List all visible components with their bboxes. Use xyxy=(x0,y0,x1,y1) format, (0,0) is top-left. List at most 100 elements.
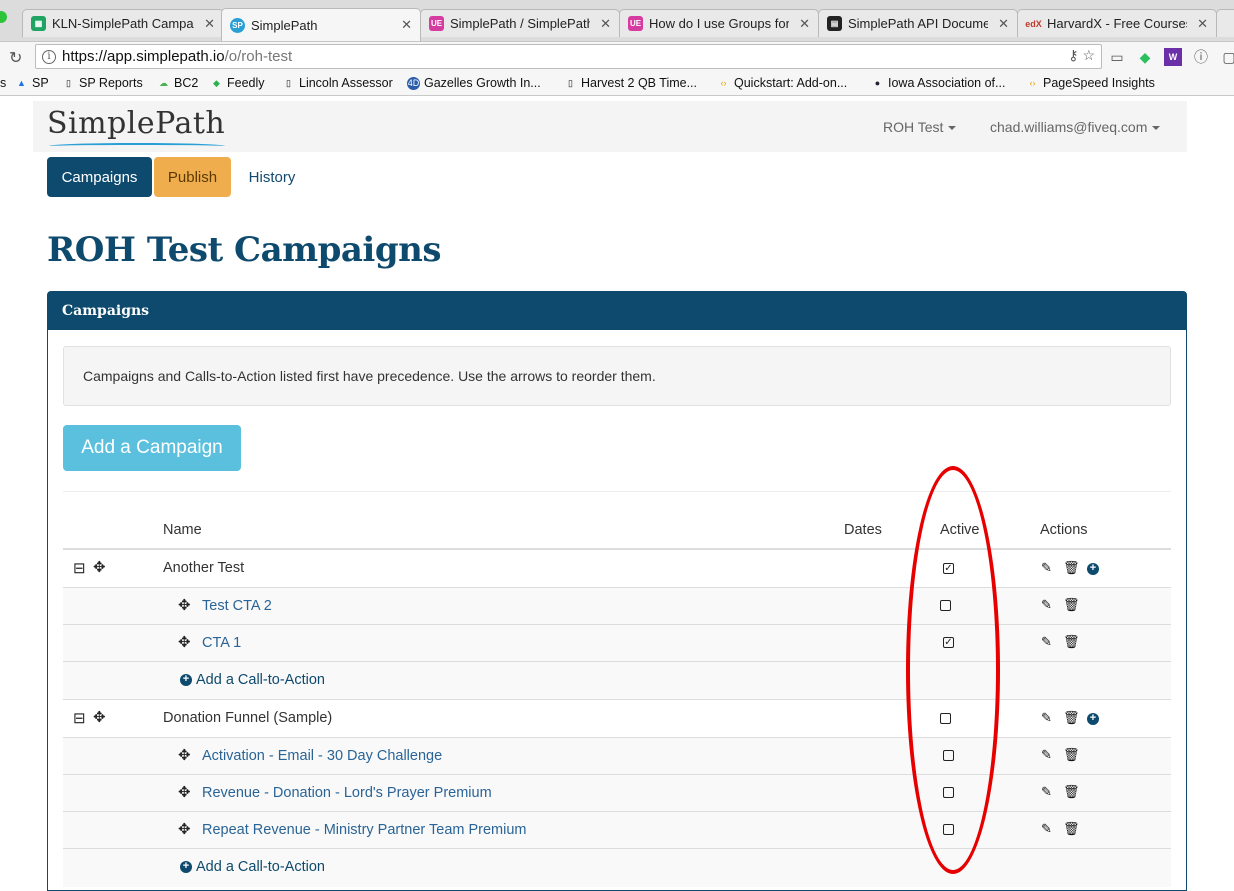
close-icon[interactable]: ✕ xyxy=(1197,16,1208,32)
add-cta-icon[interactable]: + xyxy=(1087,713,1099,725)
drive-icon: ▲ xyxy=(17,78,26,88)
nav-publish[interactable]: Publish xyxy=(154,157,231,197)
active-checkbox[interactable]: ✓ xyxy=(943,637,954,648)
move-icon[interactable]: ✥ xyxy=(178,820,191,838)
active-checkbox[interactable] xyxy=(940,600,951,611)
bookmark-item[interactable]: ▲ SP xyxy=(15,76,49,90)
edit-icon[interactable]: ✎ xyxy=(1041,747,1052,763)
sheets-icon: ▦ xyxy=(31,16,46,31)
close-icon[interactable]: ✕ xyxy=(204,16,215,32)
bookmark-item[interactable]: ▯ Harvest 2 QB Time... xyxy=(564,76,697,90)
move-icon[interactable]: ✥ xyxy=(178,746,191,764)
campaign-name[interactable]: Another Test xyxy=(163,560,244,576)
edit-icon[interactable]: ✎ xyxy=(1041,784,1052,800)
move-icon[interactable]: ✥ xyxy=(178,596,191,614)
move-icon[interactable]: ✥ xyxy=(93,558,106,576)
browser-tab[interactable]: UE SimplePath / SimplePath ✕ xyxy=(420,9,620,37)
cta-name[interactable]: Revenue - Donation - Lord's Prayer Premi… xyxy=(202,785,492,801)
info-circle-icon[interactable]: ⓘ xyxy=(1192,48,1210,66)
edit-icon[interactable]: ✎ xyxy=(1041,710,1052,726)
move-icon[interactable]: ✥ xyxy=(178,783,191,801)
trash-icon[interactable]: 🗑 xyxy=(1063,784,1080,800)
campaign-name[interactable]: Donation Funnel (Sample) xyxy=(163,710,332,726)
trash-icon[interactable]: 🗑 xyxy=(1063,634,1080,650)
nav-campaigns[interactable]: Campaigns xyxy=(47,157,152,197)
collapse-icon[interactable]: ⊟ xyxy=(73,559,86,577)
edit-icon[interactable]: ✎ xyxy=(1041,634,1052,650)
gazelles-icon: 4D xyxy=(407,76,420,90)
cta-name[interactable]: Repeat Revenue - Ministry Partner Team P… xyxy=(202,822,527,838)
add-cta-link[interactable]: + Add a Call-to-Action xyxy=(180,672,325,688)
browser-tab[interactable]: ▦ KLN-SimplePath Campa ✕ xyxy=(22,9,224,37)
close-icon[interactable]: ✕ xyxy=(998,16,1009,32)
window-maximize-button[interactable] xyxy=(0,11,7,23)
trash-icon[interactable]: 🗑 xyxy=(1063,710,1080,726)
info-icon[interactable]: i xyxy=(42,49,56,64)
edit-icon[interactable]: ✎ xyxy=(1041,597,1052,613)
active-checkbox[interactable] xyxy=(943,750,954,761)
extension-icon[interactable]: W xyxy=(1164,48,1182,66)
collapse-icon[interactable]: ⊟ xyxy=(73,709,86,727)
column-actions: Actions xyxy=(1040,522,1088,538)
browser-tab[interactable]: edX HarvardX - Free Courses ✕ xyxy=(1017,9,1217,37)
browser-tab[interactable]: ▤ SimplePath API Documen ✕ xyxy=(818,9,1018,37)
nav-history[interactable]: History xyxy=(232,157,312,197)
page-icon: ▯ xyxy=(568,77,573,88)
edit-icon[interactable]: ✎ xyxy=(1041,821,1052,837)
add-cta-row: + Add a Call-to-Action xyxy=(63,849,1171,887)
active-checkbox[interactable] xyxy=(943,824,954,835)
ue-icon: UE xyxy=(628,16,643,31)
bookmark-item[interactable]: ● Iowa Association of... xyxy=(871,76,1006,90)
app-navbar: SimplePath ROH Test chad.williams@fiveq.… xyxy=(33,101,1187,152)
reload-icon[interactable]: ↻ xyxy=(9,48,22,68)
bookmark-item[interactable]: ▯ SP Reports xyxy=(62,76,143,90)
edit-icon[interactable]: ✎ xyxy=(1041,560,1052,576)
extension-icon[interactable]: ▢ xyxy=(1220,48,1234,66)
cta-name[interactable]: Test CTA 2 xyxy=(202,598,272,614)
url-path: /o/roh-test xyxy=(224,48,293,65)
bookmark-item[interactable]: ◆ Feedly xyxy=(210,76,265,90)
code-icon: ‹› xyxy=(1029,78,1036,88)
active-checkbox[interactable] xyxy=(940,713,951,724)
trash-icon[interactable]: 🗑 xyxy=(1063,560,1080,576)
bookmark-item[interactable]: ‹› PageSpeed Insights xyxy=(1026,76,1155,90)
active-checkbox[interactable]: ✓ xyxy=(943,563,954,574)
address-bar[interactable]: i https://app.simplepath.io/o/roh-test ⚷… xyxy=(35,44,1102,69)
trash-icon[interactable]: 🗑 xyxy=(1063,597,1080,613)
bookmark-item[interactable]: 4D Gazelles Growth In... xyxy=(407,76,541,90)
user-menu[interactable]: chad.williams@fiveq.com xyxy=(990,119,1161,135)
bookmark-item[interactable]: ‹› Quickstart: Add-on... xyxy=(717,76,848,90)
cta-row: ✥ Activation - Email - 30 Day Challenge … xyxy=(63,738,1171,775)
close-icon[interactable]: ✕ xyxy=(401,17,412,33)
move-icon[interactable]: ✥ xyxy=(93,708,106,726)
add-cta-icon[interactable]: + xyxy=(1087,563,1099,575)
active-checkbox[interactable] xyxy=(943,787,954,798)
trash-icon[interactable]: 🗑 xyxy=(1063,821,1080,837)
divider xyxy=(63,491,1171,492)
brand-logo[interactable]: SimplePath xyxy=(47,106,225,141)
new-tab-button[interactable] xyxy=(1216,9,1234,37)
cta-row: ✥ Revenue - Donation - Lord's Prayer Pre… xyxy=(63,775,1171,812)
close-icon[interactable]: ✕ xyxy=(600,16,611,32)
browser-tab[interactable]: UE How do I use Groups for ✕ xyxy=(619,9,819,37)
cast-icon[interactable]: ▭ xyxy=(1108,48,1126,66)
key-and-star-icons[interactable]: ⚷ ☆ xyxy=(1068,47,1095,64)
browser-tab-strip: ▦ KLN-SimplePath Campa ✕ SP SimplePath ✕… xyxy=(0,0,1234,42)
evernote-icon[interactable]: ◆ xyxy=(1136,48,1154,66)
basecamp-icon: ☁ xyxy=(159,77,168,88)
add-campaign-button[interactable]: Add a Campaign xyxy=(63,425,241,471)
cta-name[interactable]: Activation - Email - 30 Day Challenge xyxy=(202,748,442,764)
trash-icon[interactable]: 🗑 xyxy=(1063,747,1080,763)
book-icon: ▤ xyxy=(827,16,842,31)
caret-down-icon xyxy=(948,126,957,131)
bookmark-item[interactable]: ☁ BC2 xyxy=(157,76,198,90)
bookmark-item[interactable]: ▯ Lincoln Assessor xyxy=(282,76,393,90)
bookmark-item[interactable]: s xyxy=(0,76,6,90)
close-icon[interactable]: ✕ xyxy=(799,16,810,32)
campaigns-panel: Campaigns Campaigns and Calls-to-Action … xyxy=(47,291,1187,891)
move-icon[interactable]: ✥ xyxy=(178,633,191,651)
browser-tab-active[interactable]: SP SimplePath ✕ xyxy=(221,8,421,41)
add-cta-link[interactable]: + Add a Call-to-Action xyxy=(180,859,325,875)
org-menu[interactable]: ROH Test xyxy=(883,119,957,135)
cta-name[interactable]: CTA 1 xyxy=(202,635,241,651)
